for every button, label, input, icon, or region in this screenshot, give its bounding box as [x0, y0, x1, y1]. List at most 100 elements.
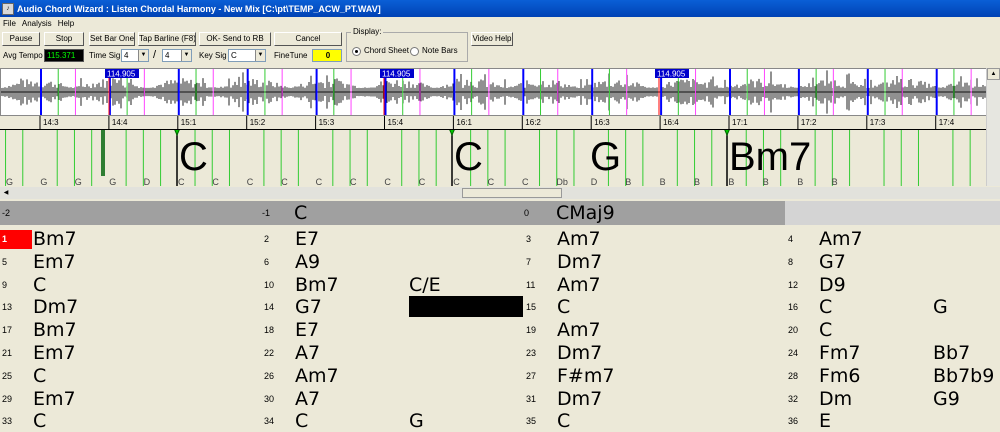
chord-label[interactable]: C	[819, 296, 832, 318]
bar-number: 7	[526, 256, 532, 267]
set-bar-one-button[interactable]: Set Bar One	[89, 32, 135, 46]
chord-label[interactable]: Am7	[819, 228, 863, 250]
bass-note-label: G	[6, 177, 13, 186]
time-sig-denominator-select[interactable]: 4 ▼	[162, 49, 192, 62]
cancel-button[interactable]: Cancel	[274, 32, 342, 46]
chord-label-second-half[interactable]: G9	[933, 388, 960, 410]
chord-label[interactable]: Am7	[557, 319, 601, 341]
horizontal-scrollbar[interactable]: ◀	[0, 187, 1000, 199]
bass-note-label: B	[728, 177, 734, 186]
chord-label[interactable]: A9	[295, 251, 320, 273]
bar-number: 3	[526, 234, 532, 244]
timeline-tick-label: 17:3	[870, 118, 886, 127]
chord-label[interactable]: Dm7	[33, 296, 78, 318]
bar-number: -1	[262, 208, 271, 218]
finetune-input[interactable]: 0	[312, 49, 342, 62]
chord-label[interactable]: Em7	[33, 251, 76, 273]
selected-half-bar-block[interactable]	[409, 296, 523, 318]
chord-label[interactable]: Dm7	[557, 388, 602, 410]
bar-number: 8	[788, 256, 794, 267]
chord-label[interactable]: G7	[295, 296, 322, 318]
chord-label[interactable]: C	[819, 319, 832, 341]
bass-note-label: Db	[556, 177, 568, 186]
chord-label[interactable]: A7	[295, 388, 320, 410]
chord-label[interactable]: C	[557, 410, 570, 432]
bar-number: 29	[2, 393, 13, 404]
timeline-tick-label: 15:4	[388, 118, 404, 127]
horizontal-scroll-thumb[interactable]	[462, 188, 562, 198]
key-sig-select[interactable]: C ▼	[228, 49, 266, 62]
ok-send-button[interactable]: OK- Send to RB	[199, 32, 271, 46]
chord-label[interactable]: Fm6	[819, 365, 861, 387]
timeline-tick-label: 15:2	[250, 118, 266, 127]
chord-label[interactable]: A7	[295, 342, 320, 364]
chord-label[interactable]: G7	[819, 251, 846, 273]
chord-label[interactable]: F#m7	[557, 365, 614, 387]
chord-label[interactable]: C	[295, 410, 308, 432]
chord-label[interactable]: Am7	[295, 365, 339, 387]
menu-file[interactable]: File	[0, 19, 19, 28]
bar-number: 21	[2, 348, 13, 358]
time-sig-numerator-value: 4	[124, 51, 129, 60]
chord-label[interactable]: C	[33, 410, 46, 432]
chord-label[interactable]: D9	[819, 274, 846, 296]
chord-lane[interactable]: C C G Bm7 G G G G D C C C C C C C C C C C Db D B B B B B B B	[0, 125, 999, 187]
scroll-left-icon[interactable]: ◀	[1, 188, 11, 198]
chord-sheet-radio[interactable]: Chord Sheet	[352, 46, 409, 56]
chord-lane-chord: Bm7	[729, 135, 811, 179]
bar-number: 20	[788, 325, 799, 336]
scroll-up-icon[interactable]: ▲	[987, 68, 1000, 80]
toolbar: Pause Stop Set Bar One Tap Barline (F8) …	[0, 27, 1000, 66]
bar-number: 12	[788, 279, 799, 290]
chord-label[interactable]: CMaj9	[556, 202, 615, 224]
chord-label-second-half[interactable]: G	[409, 410, 424, 432]
waveform-svg: 114.905 114.905 114.905	[0, 69, 986, 115]
time-sig-numerator-select[interactable]: 4 ▼	[121, 49, 149, 62]
bar-number: 24	[788, 348, 799, 358]
chord-label[interactable]: Fm7	[819, 342, 861, 364]
tap-barline-button[interactable]: Tap Barline (F8)	[138, 32, 196, 46]
timeline-tick-label: 16:1	[456, 118, 472, 127]
chord-label[interactable]: Bm7	[33, 228, 77, 250]
menu-analysis[interactable]: Analysis	[19, 19, 55, 28]
chord-label[interactable]: Em7	[33, 388, 76, 410]
menu-help[interactable]: Help	[55, 19, 77, 28]
bar-number: 10	[264, 279, 275, 290]
chord-label-second-half[interactable]: G	[933, 296, 948, 318]
chord-label[interactable]: Dm	[819, 388, 852, 410]
chord-label[interactable]: Dm7	[557, 342, 602, 364]
chevron-down-icon: ▼	[255, 50, 265, 61]
waveform-view[interactable]: 114.905 114.905 114.905	[0, 68, 999, 116]
chord-label-second-half[interactable]: Bb7	[933, 342, 970, 364]
vertical-scrollbar[interactable]: ▲	[986, 68, 1000, 186]
chord-label[interactable]: E	[819, 410, 831, 432]
chord-label-second-half[interactable]: C/E	[409, 274, 441, 296]
chord-label[interactable]: Am7	[557, 228, 601, 250]
chord-label-second-half[interactable]: Bb7b9	[933, 365, 994, 387]
video-help-button[interactable]: Video Help	[471, 32, 513, 46]
chord-label[interactable]: Dm7	[557, 251, 602, 273]
chord-label[interactable]: Bm7	[33, 319, 77, 341]
note-bars-radio[interactable]: Note Bars	[410, 46, 458, 56]
chord-lane-chord: G	[590, 135, 621, 179]
bar-number: -2	[2, 208, 11, 218]
sheet-row: 17 Bm7 18 E7 19 Am7 20 C	[0, 319, 1000, 341]
timeline-tick-label: 17:4	[939, 118, 955, 127]
avg-tempo-label: Avg Tempo	[3, 51, 43, 60]
chord-label[interactable]: Em7	[33, 342, 76, 364]
chord-label[interactable]: Bm7	[295, 274, 339, 296]
bar-number: 15	[526, 302, 537, 313]
chord-label[interactable]: E7	[295, 228, 319, 250]
chord-label[interactable]: C	[33, 274, 46, 296]
chord-label[interactable]: C	[294, 202, 307, 224]
bar-number: 2	[264, 234, 270, 244]
chord-label[interactable]: E7	[295, 319, 319, 341]
bar-number: 4	[788, 234, 794, 244]
chord-label[interactable]: C	[557, 296, 570, 318]
chord-label[interactable]: C	[33, 365, 46, 387]
chord-sheet: -2 -1 C 0 CMaj9 1 Bm7 2 E7 3 Am7 4 Am7 5 Em7 6 A9 7 D…	[0, 201, 1000, 432]
stop-button[interactable]: Stop	[44, 32, 84, 46]
chevron-down-icon: ▼	[138, 50, 148, 61]
pause-button[interactable]: Pause	[2, 32, 40, 46]
chord-label[interactable]: Am7	[557, 274, 601, 296]
